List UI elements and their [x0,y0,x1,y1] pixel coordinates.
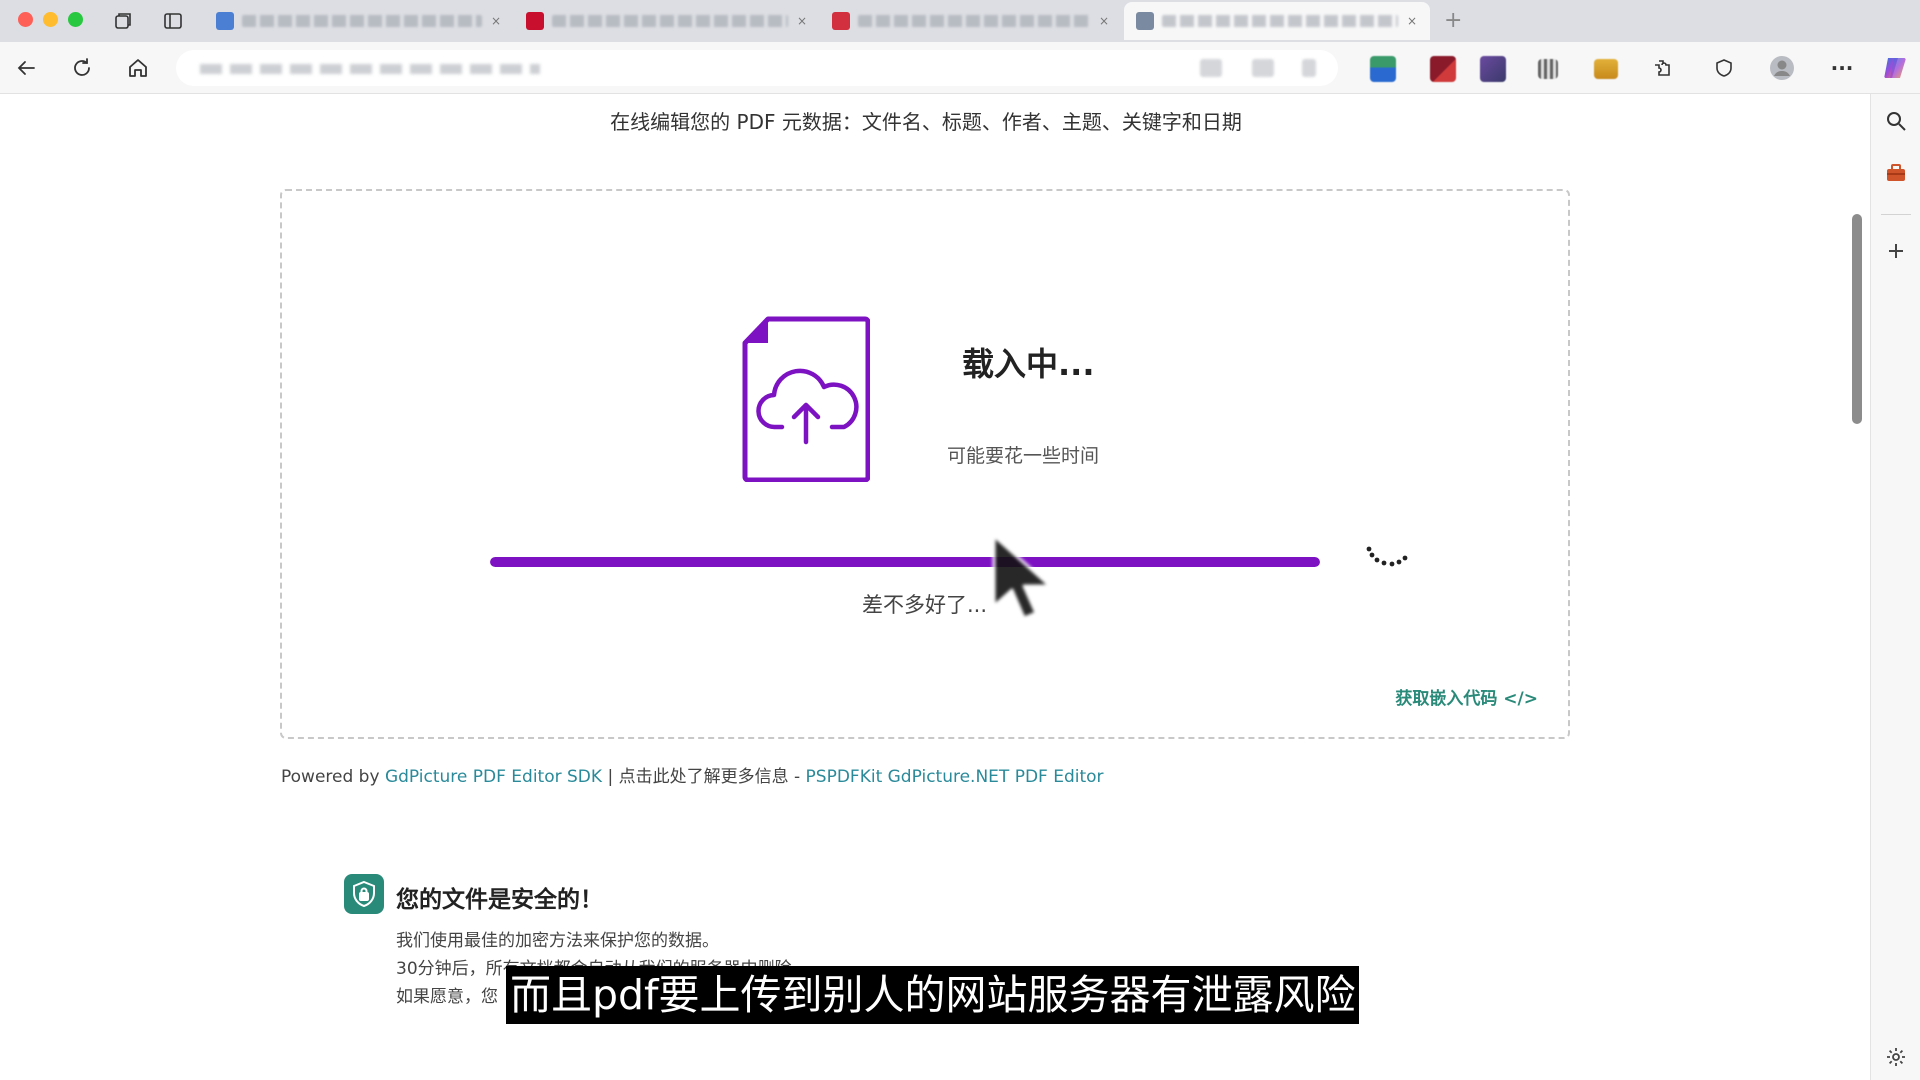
plus-icon[interactable] [1883,238,1909,264]
tab-favicon [526,12,544,30]
tab-title [1162,15,1398,27]
home-icon[interactable] [122,52,154,84]
upload-progress-fill [490,557,1320,567]
browser-tab[interactable]: × [514,2,820,40]
tab-title [242,15,482,27]
back-icon[interactable] [10,52,42,84]
open-in-app-icon[interactable] [1302,59,1316,77]
tab-close-icon[interactable]: × [1406,15,1418,27]
powered-by-text: Powered by GdPicture PDF Editor SDK | 点击… [281,762,1104,787]
extension-icon[interactable] [1370,56,1396,82]
profile-icon[interactable] [1766,52,1798,84]
video-caption: 而且pdf要上传到别人的网站服务器有泄露风险 [506,966,1360,1024]
powered-prefix: Powered by [281,767,385,787]
tab-title [858,15,1090,27]
page-scrollbar[interactable] [1852,214,1862,424]
maximize-window-button[interactable] [68,12,83,27]
mouse-cursor-icon [992,534,1052,620]
tab-title [552,15,788,27]
loading-title: 载入中... [962,345,1095,383]
browser-tab[interactable]: × [204,2,514,40]
reload-icon[interactable] [66,52,98,84]
copilot-icon[interactable] [1880,52,1912,84]
favorite-icon[interactable] [1252,59,1274,77]
sidebar-toggle-icon[interactable] [158,6,188,36]
tab-bar: × × × × + [0,0,1920,42]
shield-lock-icon [344,874,384,914]
briefcase-icon[interactable] [1883,160,1909,186]
sidebar-divider [1881,214,1911,215]
read-aloud-icon[interactable] [1200,59,1222,77]
close-window-button[interactable] [18,12,33,27]
shield-icon[interactable] [1708,52,1740,84]
browser-tab[interactable]: × [820,2,1122,40]
security-line: 我们使用最佳的加密方法来保护您的数据。 [396,931,719,951]
search-icon[interactable] [1883,108,1909,134]
page-content: 在线编辑您的 PDF 元数据：文件名、标题、作者、主题、关键字和日期 载入中..… [0,94,1852,1080]
minimize-window-button[interactable] [43,12,58,27]
new-tab-button[interactable]: + [1444,8,1462,33]
more-menu-button[interactable]: ··· [1826,52,1858,84]
get-embed-code-link[interactable]: 获取嵌入代码 </> [1395,684,1538,709]
security-line: 如果愿意，您 [396,987,498,1007]
upload-dropzone[interactable]: 载入中... 可能要花一些时间 差不多好了... 获取嵌入代码 </> [280,189,1570,739]
extension-icon[interactable] [1594,59,1618,79]
upload-progress-bar [490,557,1320,567]
security-title: 您的文件是安全的！ [396,887,603,913]
loading-subtitle: 可能要花一些时间 [947,445,1100,467]
page-subtitle: 在线编辑您的 PDF 元数据：文件名、标题、作者、主题、关键字和日期 [610,110,1242,134]
settings-icon[interactable] [1883,1044,1909,1070]
tab-close-icon[interactable]: × [1098,15,1110,27]
qr-code-icon[interactable] [1538,59,1558,79]
extensions-icon[interactable] [1646,52,1678,84]
loading-status: 差不多好了... [862,593,988,617]
tab-favicon [216,12,234,30]
pspdfkit-editor-link[interactable]: PSPDFKit GdPicture.NET PDF Editor [806,767,1104,787]
extension-icon[interactable] [1480,56,1506,82]
spinner-icon [1366,546,1408,567]
browser-tab-active[interactable]: × [1124,2,1430,40]
tab-favicon [1136,12,1154,30]
tab-overview-icon[interactable] [108,6,138,36]
url-text [200,64,540,74]
right-sidebar [1870,94,1920,1080]
extension-icon[interactable] [1430,56,1456,82]
tab-close-icon[interactable]: × [490,15,502,27]
file-upload-icon [742,316,870,482]
browser-toolbar: ··· [0,42,1920,94]
tab-close-icon[interactable]: × [796,15,808,27]
address-bar[interactable] [176,50,1338,86]
powered-middle: | 点击此处了解更多信息 - [602,767,806,787]
gdpicture-sdk-link[interactable]: GdPicture PDF Editor SDK [385,767,602,787]
tab-favicon [832,12,850,30]
